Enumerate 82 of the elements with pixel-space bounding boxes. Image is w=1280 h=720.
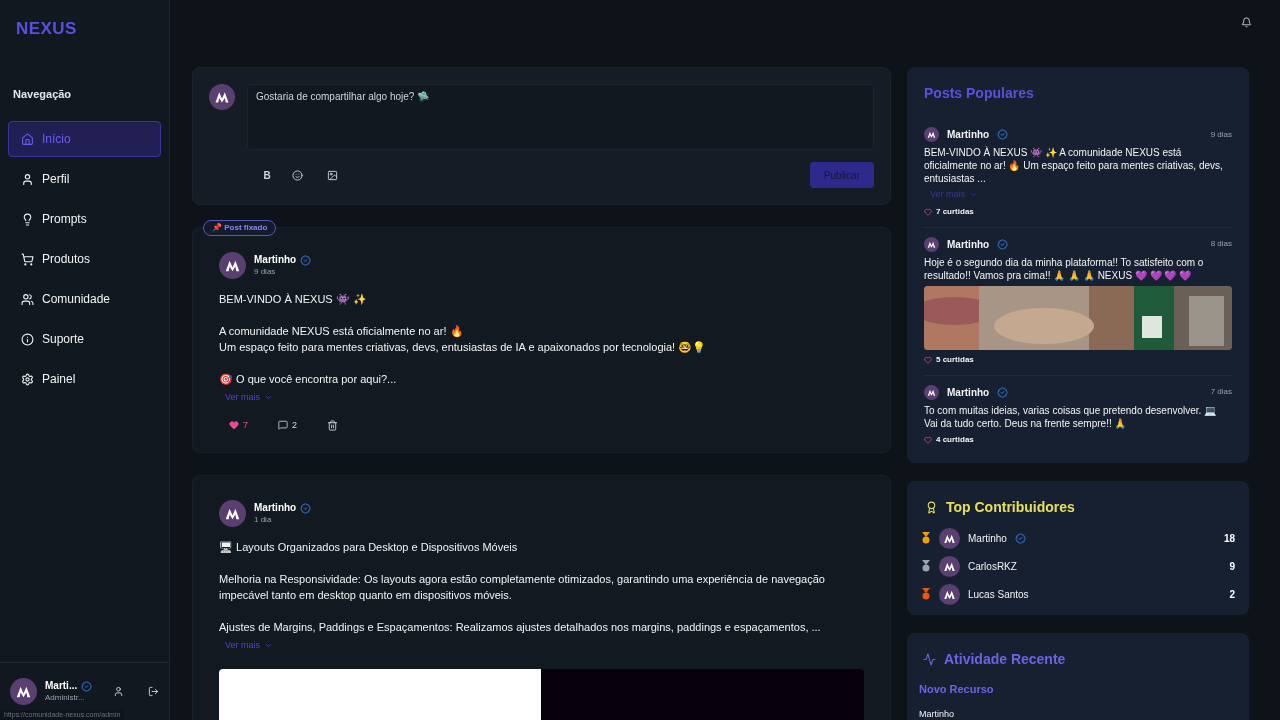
post-text: 🎯 O que você encontra por aqui?... (219, 372, 398, 387)
contributor-name: Lucas Santos (968, 587, 1029, 602)
card-title: Top Contribuidores (946, 497, 1075, 517)
post-text: BEM-VINDO À NEXUS 👾 ✨ A comunidade NEXUS está oficialmente no ar! 🔥 Um espaço feito para mentes criativas, devs, entusiastas ... (924, 146, 1224, 185)
post-time: 9 dias (1210, 128, 1232, 141)
logout-button[interactable] (148, 686, 159, 697)
post-time: 7 dias (1210, 386, 1232, 398)
award-icon (925, 500, 938, 514)
post-time: 9 dias (254, 266, 277, 277)
heart-icon (924, 355, 932, 364)
contributor-score: 2 (1229, 587, 1235, 602)
cart-icon (21, 252, 34, 266)
avatar (219, 252, 246, 279)
avatar (939, 527, 960, 549)
gear-icon (21, 372, 34, 386)
author-name: Martinho (254, 502, 297, 515)
avatar (924, 236, 939, 252)
avatar (924, 127, 939, 142)
user-icon (21, 172, 34, 186)
nav-item[interactable]: Suporte (8, 321, 161, 357)
author-name: Martinho (947, 128, 990, 142)
author-name: Martinho (254, 254, 297, 267)
avatar (924, 384, 939, 400)
avatar (209, 84, 235, 110)
notification-icon[interactable] (1241, 17, 1252, 28)
nav-item[interactable]: Perfil (8, 161, 161, 197)
heart-icon (924, 207, 932, 216)
activity-icon (923, 652, 936, 666)
likes-count: 4 curtidas (936, 433, 974, 446)
nav-item[interactable]: Prompts (8, 201, 161, 237)
avatar (939, 583, 960, 605)
post-time: 1 dia (254, 514, 273, 525)
contributor-score: 9 (1229, 559, 1235, 574)
section-heading: Navegação (12, 86, 73, 102)
author-name: Martinho (947, 237, 990, 252)
card-title: Posts Populares (924, 84, 1035, 103)
activity-kind: Novo Recurso (919, 681, 995, 697)
post-time: 8 dias (1210, 238, 1232, 250)
avatar (10, 678, 37, 705)
lightbulb-icon (21, 212, 34, 226)
nav-item[interactable]: Produtos (8, 241, 161, 277)
like-button[interactable]: 7 (229, 418, 248, 432)
likes-count: 5 curtidas (936, 353, 974, 366)
user-name: Marti... (45, 680, 78, 693)
post-text: Melhoria na Responsividade: Os layouts agora estão completamente otimizados, garantindo uma experiência de navegação impecável tanto em desktop quanto em dispositivos móveis. (219, 572, 826, 603)
profile-button[interactable] (113, 686, 124, 697)
post-text: To com muitas ideias, varias coisas que pretendo desenvolver. 💻 Vai da tudo certo. Deus na frente sempre!! 🙏 (924, 403, 1218, 430)
home-icon (21, 132, 34, 146)
verified-icon (81, 681, 93, 692)
nav-item[interactable]: Comunidade (8, 281, 161, 317)
comment-button[interactable]: 2 (278, 418, 298, 432)
author-name: Martinho (947, 385, 990, 400)
post-text: A comunidade NEXUS está oficialmente no ar! 🔥 Um espaço feito para mentes criativas, devs, entusiastas de IA e apaixonados por tecnologia! 🤓💡 (219, 324, 708, 355)
contributor-name: Martinho (968, 531, 1007, 546)
bold-button[interactable]: B (257, 167, 277, 183)
delete-icon[interactable] (327, 419, 339, 431)
verified-icon (997, 129, 1009, 140)
post-text: Hoje é o segundo dia da minha plataforma!! To satisfeito com o resultado!! Vamos pra cima!! 🙏 🙏 🙏 NEXUS 💜 💜 💜 💜 (924, 255, 1205, 282)
contributor-score: 18 (1223, 531, 1235, 546)
nav-item[interactable]: Painel (8, 361, 161, 397)
likes-count: 7 curtidas (936, 205, 974, 218)
post-text: 🖥 Layouts Organizados para Desktop e Dispositivos Móveis (219, 540, 519, 555)
verified-icon (997, 238, 1009, 250)
activity-author: Martinho (919, 708, 955, 720)
logo: NEXUS (16, 19, 77, 38)
post-text: BEM-VINDO À NEXUS 👾 ✨ (219, 292, 368, 307)
info-icon (21, 332, 34, 346)
contributor-name: CarlosRKZ (968, 559, 1017, 574)
avatar (219, 500, 246, 527)
card-title: Atividade Recente (944, 649, 1066, 669)
verified-icon (300, 255, 312, 266)
verified-icon (300, 503, 312, 514)
heart-icon (924, 435, 932, 444)
image-icon[interactable] (327, 169, 338, 181)
emoji-icon[interactable] (292, 169, 303, 181)
post-text: Ajustes de Margins, Paddings e Espaçamentos: Realizamos ajustes detalhados nos margins, paddings e espaçamentos, ... (219, 620, 822, 635)
avatar (939, 555, 960, 577)
post-input[interactable]: Gostaria de compartilhar algo hoje? 🛸 (247, 84, 874, 150)
users-icon (21, 292, 34, 306)
pinned-badge: 📌 Post fixado (203, 220, 277, 236)
verified-icon (997, 386, 1009, 398)
user-role: Administr... (45, 692, 86, 703)
